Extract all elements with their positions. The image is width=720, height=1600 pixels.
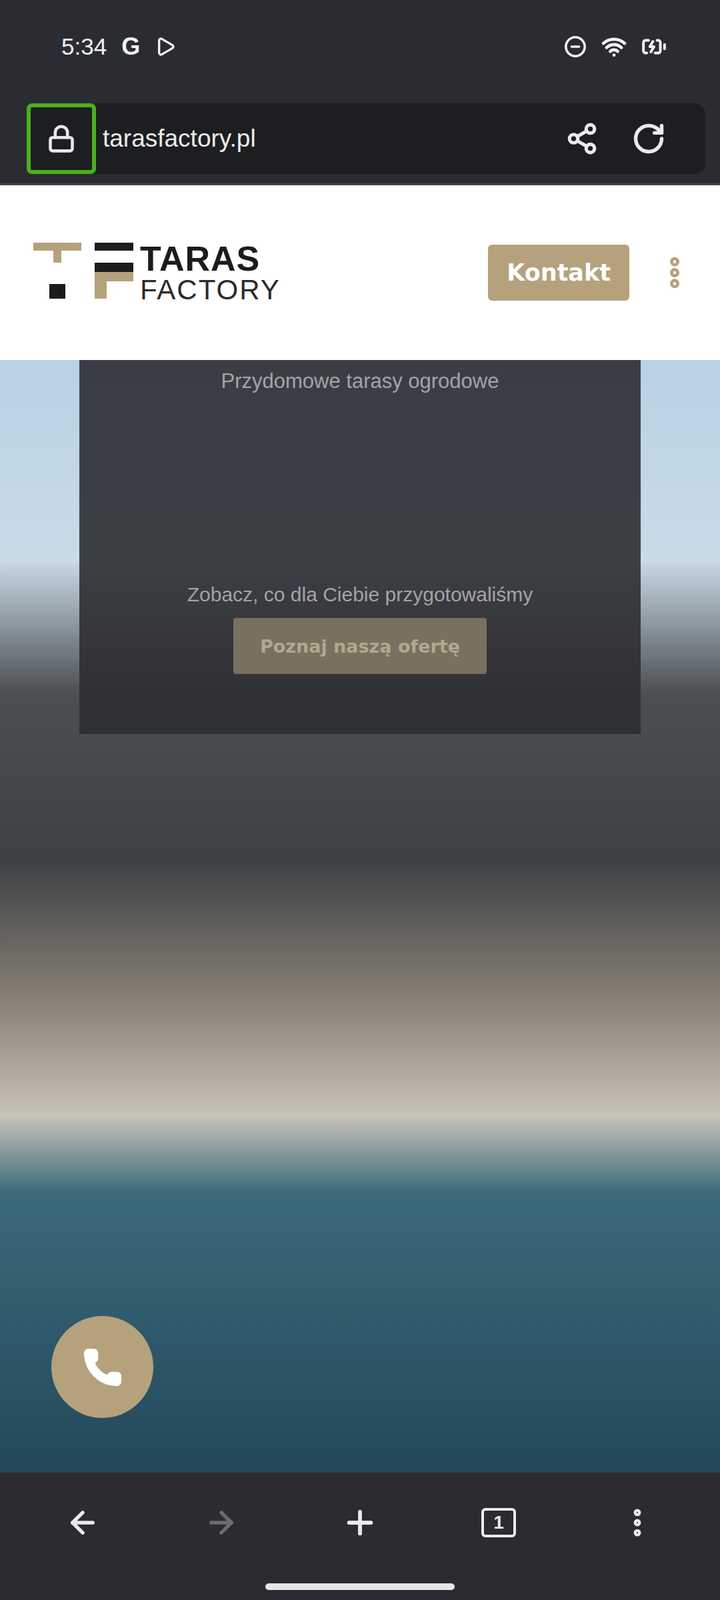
share-icon <box>565 122 599 156</box>
back-button[interactable] <box>52 1492 113 1553</box>
gesture-bar[interactable] <box>265 1583 455 1590</box>
menu-dots-icon <box>656 254 694 292</box>
status-time: 5:34 <box>61 33 107 60</box>
browser-toolbar: tarasfactory.pl <box>0 93 720 184</box>
site-menu-button[interactable] <box>656 254 694 292</box>
tabs-button[interactable]: 1 <box>468 1492 529 1553</box>
call-button[interactable] <box>51 1316 154 1418</box>
browser-menu-button[interactable] <box>607 1492 668 1553</box>
google-badge: G <box>121 32 140 61</box>
site-header: TARASFACTORY Kontakt <box>0 185 720 360</box>
browser-bottom-bar: 1 <box>0 1471 720 1600</box>
site-logo[interactable]: TARASFACTORY <box>33 241 281 304</box>
hero-subtitle: Przydomowe tarasy ogrodowe <box>221 369 500 394</box>
plus-icon <box>341 1504 379 1542</box>
url-text[interactable]: tarasfactory.pl <box>102 124 546 153</box>
hero-photo: Przydomowe tarasy ogrodowe Zobacz, co dla… <box>0 360 720 1472</box>
browser-screen: 5:34 Gtarasfactory.pl TARASFACTORY Kontakt P… <box>0 0 720 1600</box>
back-arrow-icon <box>65 1505 100 1540</box>
address-bar[interactable]: tarasfactory.pl <box>26 103 706 174</box>
play-store-icon <box>154 36 176 58</box>
new-tab-button[interactable] <box>330 1492 390 1553</box>
hero-tagline: Zobacz, co dla Ciebie przygotowaliśmy <box>187 583 534 606</box>
lock-button[interactable] <box>26 103 96 174</box>
contact-button[interactable]: Kontakt <box>488 244 630 301</box>
phone-icon <box>81 1346 124 1389</box>
reload-icon <box>631 121 666 156</box>
wifi-icon <box>601 34 627 60</box>
more-icon <box>620 1505 655 1540</box>
logo-line1: TARAS <box>140 241 281 276</box>
logo-mark-icon <box>33 242 134 303</box>
battery-icon <box>641 34 667 60</box>
forward-button[interactable] <box>191 1492 252 1553</box>
reload-button[interactable] <box>618 108 679 169</box>
status-bar: 5:34 G <box>0 0 720 94</box>
tab-count: 1 <box>481 1508 516 1538</box>
dnd-icon <box>564 35 587 58</box>
forward-arrow-icon <box>204 1505 239 1540</box>
lock-icon <box>46 124 76 154</box>
hero-overlay: Przydomowe tarasy ogrodowe Zobacz, co dla… <box>79 360 641 734</box>
logo-line2: FACTORY <box>140 276 281 304</box>
offer-button[interactable]: Poznaj naszą ofertę <box>233 618 487 674</box>
share-button[interactable] <box>552 108 612 169</box>
